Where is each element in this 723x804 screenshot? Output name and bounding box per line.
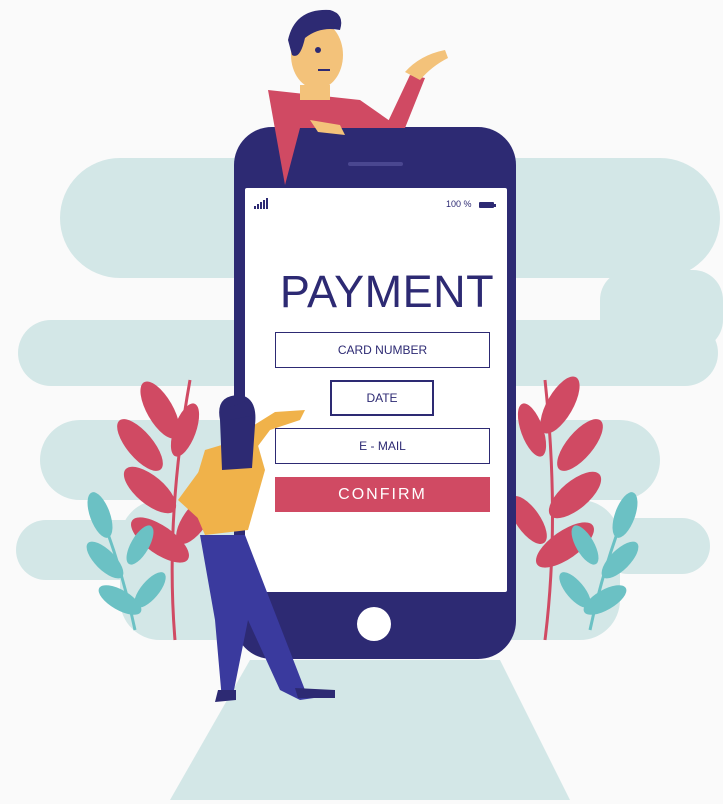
card-number-placeholder: CARD NUMBER xyxy=(337,343,428,357)
signal-bars-icon xyxy=(254,198,272,209)
phone-screen: 100 % PAYMENT CARD NUMBER DATE E - MAIL … xyxy=(0,0,723,804)
email-placeholder: E - MAIL xyxy=(359,439,406,453)
date-placeholder: DATE xyxy=(366,391,398,405)
email-field[interactable]: E - MAIL xyxy=(275,428,490,464)
confirm-button[interactable]: CONFIRM xyxy=(275,477,490,512)
card-number-field[interactable]: CARD NUMBER xyxy=(275,332,490,368)
battery-icon xyxy=(479,202,496,208)
page-title: PAYMENT xyxy=(279,266,495,317)
battery-percent: 100 % xyxy=(446,199,472,209)
date-field[interactable]: DATE xyxy=(330,380,434,416)
